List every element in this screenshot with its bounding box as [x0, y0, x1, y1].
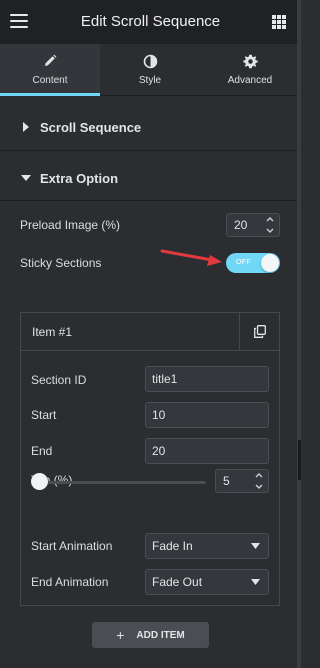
chevron-down-icon [251, 543, 260, 549]
start-input[interactable]: 10 [145, 402, 269, 428]
number-spinner-icon[interactable] [265, 217, 275, 233]
end-animation-select[interactable]: Fade Out [145, 569, 269, 595]
panel-resize-edge[interactable] [297, 0, 301, 668]
preload-image-input[interactable]: 20 [226, 213, 280, 237]
panel-tabs: Content Style Advanced [0, 44, 301, 96]
panel-header: Edit Scroll Sequence [0, 0, 301, 44]
sticky-sections-toggle[interactable]: OFF [226, 253, 280, 273]
end-value: 20 [152, 444, 166, 458]
section-divider [0, 200, 301, 201]
repeater-item-header[interactable]: Item #1 [21, 313, 279, 351]
top-percent-slider-handle[interactable] [31, 473, 48, 490]
section-extra-option-label: Extra Option [40, 170, 119, 186]
end-input[interactable]: 20 [145, 438, 269, 464]
tab-advanced[interactable]: Advanced [200, 44, 300, 96]
add-item-button[interactable]: + ADD ITEM [92, 622, 209, 648]
widgets-grid-icon[interactable] [272, 15, 286, 29]
top-percent-input[interactable]: 5 [215, 469, 269, 493]
tab-content[interactable]: Content [0, 44, 100, 96]
end-animation-label: End Animation [31, 575, 109, 589]
tab-content-label: Content [32, 75, 68, 86]
end-animation-value: Fade Out [152, 575, 203, 589]
section-id-input[interactable]: title1 [145, 366, 269, 392]
resize-handle[interactable] [298, 440, 301, 480]
duplicate-icon[interactable] [239, 313, 279, 350]
start-animation-value: Fade In [152, 539, 193, 553]
half-circle-icon [100, 54, 200, 70]
start-label: Start [31, 408, 57, 422]
gear-icon [200, 54, 300, 70]
caret-right-icon [20, 121, 32, 133]
pencil-icon [0, 54, 100, 70]
toggle-state-text: OFF [236, 259, 251, 266]
section-id-value: title1 [152, 372, 178, 386]
start-animation-label: Start Animation [31, 539, 113, 553]
sticky-sections-label: Sticky Sections [20, 256, 102, 270]
red-arrow-annotation [160, 249, 222, 266]
repeater-item-title: Item #1 [32, 325, 73, 339]
start-animation-select[interactable]: Fade In [145, 533, 269, 559]
number-spinner-icon[interactable] [254, 473, 264, 489]
top-percent-slider-track[interactable] [39, 481, 206, 484]
section-extra-option[interactable]: Extra Option [0, 156, 301, 200]
end-label: End [31, 444, 53, 458]
toggle-knob [261, 254, 279, 272]
section-divider [0, 150, 301, 151]
tab-style[interactable]: Style [100, 44, 200, 96]
caret-down-icon [20, 172, 32, 184]
tab-advanced-label: Advanced [227, 75, 273, 86]
add-item-label: ADD ITEM [136, 629, 185, 641]
section-scroll-sequence[interactable]: Scroll Sequence [0, 105, 301, 149]
start-value: 10 [152, 408, 166, 422]
section-scroll-sequence-label: Scroll Sequence [40, 119, 142, 135]
section-id-label: Section ID [31, 373, 87, 387]
plus-icon: + [116, 627, 125, 643]
preload-image-label: Preload Image (%) [20, 218, 121, 232]
chevron-down-icon [251, 579, 260, 585]
top-percent-value: 5 [223, 474, 230, 488]
preload-image-value: 20 [234, 218, 248, 232]
panel-title: Edit Scroll Sequence [80, 13, 221, 30]
tab-style-label: Style [138, 75, 162, 86]
